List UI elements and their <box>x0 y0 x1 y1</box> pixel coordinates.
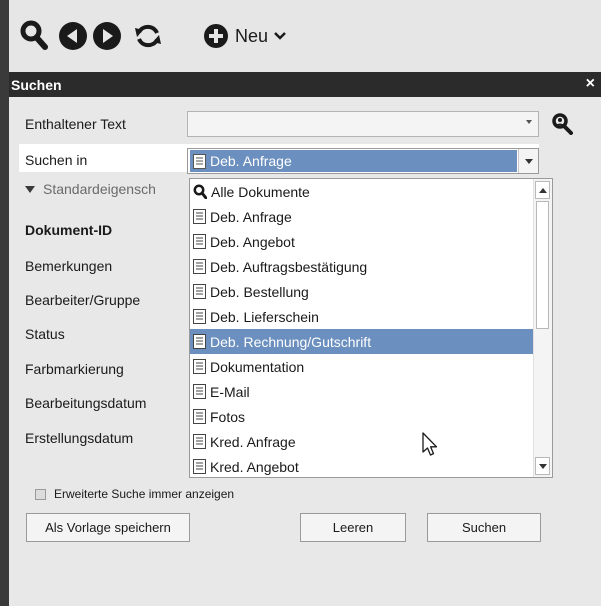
list-item-highlighted[interactable]: Deb. Rechnung/Gutschrift <box>190 329 535 354</box>
list-item-label: Deb. Angebot <box>210 233 295 250</box>
field-color-marking: Farbmarkierung <box>25 361 124 377</box>
list-item-label: Deb. Auftragsbestätigung <box>210 258 368 275</box>
list-item-label: Deb. Bestellung <box>210 283 309 300</box>
list-item[interactable]: Dokumentation <box>190 354 535 379</box>
list-item-label: Fotos <box>210 408 246 425</box>
list-item[interactable]: Kred. Anfrage <box>190 429 535 454</box>
panel-title: Suchen <box>11 76 62 93</box>
list-item[interactable]: Deb. Lieferschein <box>190 304 535 329</box>
document-icon <box>193 234 206 249</box>
search-icon[interactable] <box>20 20 48 50</box>
document-icon <box>193 409 206 424</box>
search-in-label: Suchen in <box>25 152 88 168</box>
text-label: Enthaltener Text <box>25 116 126 132</box>
advanced-search-checkbox-row[interactable]: Erweiterte Suche immer anzeigen <box>35 487 234 501</box>
triangle-down-icon <box>25 185 35 193</box>
chevron-down-icon <box>538 463 547 469</box>
section-label: Standardeigensch <box>43 181 156 197</box>
advanced-search-label: Erweiterte Suche immer anzeigen <box>54 487 235 501</box>
forward-icon[interactable] <box>92 21 122 51</box>
back-icon[interactable] <box>58 21 88 51</box>
field-creation-date: Erstellungsdatum <box>25 430 134 446</box>
field-status: Status <box>25 326 65 342</box>
window-left-border <box>0 0 9 606</box>
list-item[interactable]: E-Mail <box>190 379 535 404</box>
select-arrow-button[interactable] <box>518 149 538 173</box>
search-in-selected: Deb. Anfrage <box>190 150 517 172</box>
list-item-label: E-Mail <box>210 383 250 400</box>
list-item-label: Deb. Rechnung/Gutschrift <box>210 333 372 350</box>
list-item[interactable]: Kred. Angebot <box>190 454 535 477</box>
chevron-down-icon <box>274 32 286 40</box>
field-document-id: Dokument-ID <box>25 222 113 238</box>
search-in-value: Deb. Anfrage <box>210 153 292 169</box>
dropdown-arrow-icon[interactable] <box>526 120 532 124</box>
field-remarks: Bemerkungen <box>25 258 113 274</box>
new-button[interactable]: Neu <box>203 20 286 52</box>
document-icon <box>193 209 206 224</box>
text-input[interactable] <box>187 111 539 137</box>
advanced-search-checkbox[interactable] <box>35 488 46 500</box>
field-edit-date: Bearbeitungsdatum <box>25 395 147 411</box>
chevron-up-icon <box>538 187 547 193</box>
document-icon <box>193 459 206 474</box>
save-template-button[interactable]: Als Vorlage speichern <box>26 513 190 542</box>
search-in-select[interactable]: Deb. Anfrage <box>187 148 539 174</box>
list-item-label: Kred. Angebot <box>210 458 299 475</box>
document-icon <box>193 434 206 449</box>
scroll-up-button[interactable] <box>535 181 550 199</box>
list-item-label: Deb. Anfrage <box>210 208 292 225</box>
list-item[interactable]: Deb. Bestellung <box>190 279 535 304</box>
document-icon <box>193 359 206 374</box>
search-icon <box>193 184 207 199</box>
search-user-icon[interactable] <box>551 113 573 138</box>
clear-button[interactable]: Leeren <box>300 513 406 542</box>
close-icon[interactable]: × <box>586 75 595 93</box>
search-panel: Enthaltener Text Suchen in Deb. Anfrage … <box>9 97 601 606</box>
standard-properties-toggle[interactable]: Standardeigensch <box>25 181 156 197</box>
document-icon <box>193 334 206 349</box>
search-button[interactable]: Suchen <box>427 513 541 542</box>
refresh-icon[interactable] <box>133 21 163 51</box>
scrollbar-thumb[interactable] <box>536 201 549 329</box>
field-editor-group: Bearbeiter/Gruppe <box>25 292 141 308</box>
document-icon <box>193 284 206 299</box>
dropdown-scrollbar[interactable] <box>533 179 552 477</box>
list-item[interactable]: Deb. Auftragsbestätigung <box>190 254 535 279</box>
scroll-down-button[interactable] <box>535 457 550 475</box>
new-button-label: Neu <box>235 25 269 46</box>
list-item[interactable]: Fotos <box>190 404 535 429</box>
list-item[interactable]: Deb. Angebot <box>190 229 535 254</box>
list-item[interactable]: Deb. Anfrage <box>190 204 535 229</box>
document-icon <box>193 384 206 399</box>
toolbar: Neu <box>9 0 601 72</box>
document-icon <box>193 153 206 169</box>
document-icon <box>193 309 206 324</box>
document-icon <box>193 259 206 274</box>
list-item-label: Kred. Anfrage <box>210 433 296 450</box>
chevron-down-icon <box>524 158 533 164</box>
mouse-cursor-icon <box>420 432 440 461</box>
list-item-label: Alle Dokumente <box>211 183 310 200</box>
list-item[interactable]: Alle Dokumente <box>190 179 535 204</box>
plus-circle-icon <box>204 24 228 48</box>
list-item-label: Dokumentation <box>210 358 305 375</box>
search-in-dropdown: Alle Dokumente Deb. Anfrage Deb. Angebot… <box>189 178 553 478</box>
list-item-label: Deb. Lieferschein <box>210 308 319 325</box>
panel-titlebar: Suchen × <box>9 72 601 97</box>
